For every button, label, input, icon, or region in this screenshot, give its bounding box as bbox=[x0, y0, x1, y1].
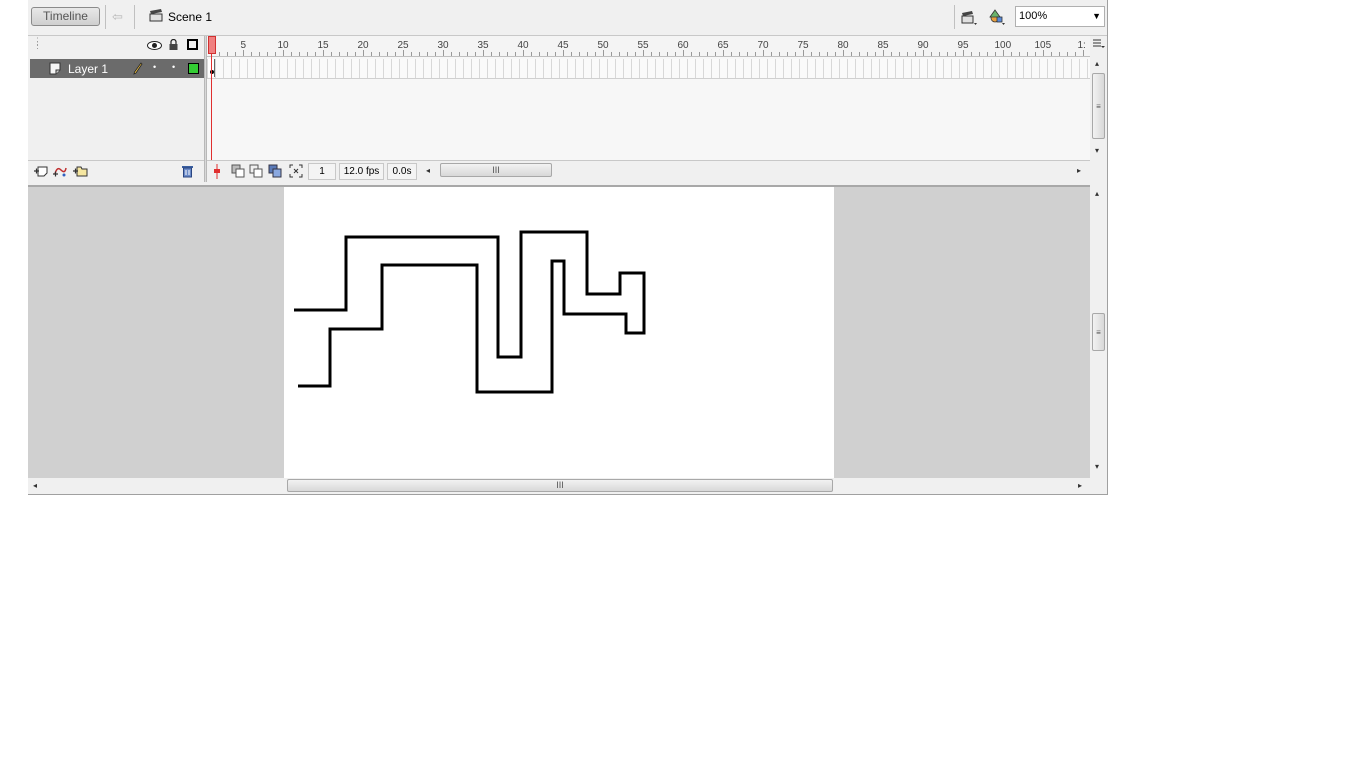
ruler-frame-number: 45 bbox=[557, 40, 569, 51]
outline-toggle-icon[interactable] bbox=[187, 39, 198, 50]
stroke-path-upper[interactable] bbox=[294, 230, 646, 394]
layer-controls bbox=[28, 160, 204, 183]
toolbar-divider bbox=[134, 5, 135, 29]
ruler-frame-number: 95 bbox=[957, 40, 969, 51]
layer-icon bbox=[49, 62, 61, 75]
scroll-left-arrow[interactable]: ◂ bbox=[33, 481, 37, 490]
scroll-right-arrow[interactable]: ▸ bbox=[1078, 481, 1082, 490]
toolbar-divider bbox=[954, 5, 955, 29]
stage-canvas[interactable] bbox=[284, 187, 834, 478]
ruler-frame-number: 60 bbox=[677, 40, 689, 51]
center-frame-icon[interactable] bbox=[212, 164, 222, 179]
edit-bar: Timeline ⇦ Scene 1 100% ▼ bbox=[28, 0, 1107, 36]
playhead-handle[interactable] bbox=[208, 36, 216, 54]
ruler-frame-number: 90 bbox=[917, 40, 929, 51]
frame-ruler[interactable]: 1510152025303540455055606570758085909510… bbox=[207, 36, 1090, 57]
layer-row[interactable]: Layer 1 • • bbox=[30, 59, 204, 78]
frame-row[interactable] bbox=[207, 59, 1090, 79]
ruler-frame-number: 65 bbox=[717, 40, 729, 51]
ruler-frame-number: 20 bbox=[357, 40, 369, 51]
playhead-line bbox=[211, 54, 212, 161]
layer-name[interactable]: Layer 1 bbox=[68, 62, 108, 76]
scroll-down-arrow[interactable]: ▾ bbox=[1095, 146, 1099, 155]
ruler-frame-number: 100 bbox=[994, 40, 1012, 51]
ruler-frame-number: 75 bbox=[797, 40, 809, 51]
new-folder-icon[interactable] bbox=[72, 164, 88, 178]
scroll-up-arrow[interactable]: ▴ bbox=[1095, 59, 1099, 68]
drawing bbox=[294, 230, 646, 394]
modify-onion-markers-icon[interactable] bbox=[289, 164, 303, 178]
timeline-options-menu-icon[interactable] bbox=[1090, 38, 1107, 54]
flash-editor-window: Timeline ⇦ Scene 1 100% ▼ ⋮ ⋮ Layer 1 • … bbox=[28, 0, 1108, 495]
edit-symbols-icon[interactable] bbox=[988, 9, 1006, 26]
layer-header: ⋮ ⋮ bbox=[28, 36, 204, 57]
ruler-frame-number: 40 bbox=[517, 40, 529, 51]
ruler-frame-number: 55 bbox=[637, 40, 649, 51]
scroll-thumb[interactable]: ≡ bbox=[1092, 313, 1105, 351]
ruler-frame-number: 10 bbox=[277, 40, 289, 51]
layer-outline-color[interactable] bbox=[188, 63, 199, 74]
ruler-frame-number: 30 bbox=[437, 40, 449, 51]
scroll-up-arrow[interactable]: ▴ bbox=[1095, 189, 1099, 198]
ruler-frame-number: 105 bbox=[1034, 40, 1052, 51]
timeline-vertical-scrollbar[interactable]: ▴ ≡ ▾ bbox=[1090, 57, 1107, 160]
scroll-thumb[interactable]: ≡ bbox=[1092, 73, 1105, 139]
current-frame-field[interactable]: 1 bbox=[308, 163, 336, 180]
layers-panel: Layer 1 • • bbox=[28, 57, 204, 160]
new-layer-icon[interactable] bbox=[33, 165, 49, 178]
chevron-down-icon[interactable]: ▼ bbox=[1092, 7, 1101, 26]
ruler-frame-number: 25 bbox=[397, 40, 409, 51]
onion-skin-icon[interactable] bbox=[231, 164, 245, 178]
ruler-frame-number: 50 bbox=[597, 40, 609, 51]
ruler-frame-number: 80 bbox=[837, 40, 849, 51]
drag-handle-icon[interactable]: ⋮ ⋮ bbox=[33, 37, 42, 50]
back-arrow-icon[interactable]: ⇦ bbox=[112, 9, 123, 25]
pasteboard bbox=[28, 185, 1090, 478]
frames-panel bbox=[207, 57, 1090, 160]
timeline-toggle-button[interactable]: Timeline bbox=[31, 7, 100, 26]
timeline-status-bar: 1 12.0 fps 0.0s ◂ ▸ bbox=[207, 160, 1090, 183]
frame-rate-field[interactable]: 12.0 fps bbox=[339, 163, 384, 180]
ruler-frame-number: 35 bbox=[477, 40, 489, 51]
edit-scene-icon[interactable] bbox=[960, 9, 978, 26]
eye-icon[interactable] bbox=[147, 40, 162, 51]
scroll-left-arrow[interactable]: ◂ bbox=[426, 166, 430, 175]
ruler-frame-number: 1: bbox=[1077, 40, 1086, 51]
scroll-thumb[interactable]: III bbox=[287, 479, 833, 492]
ruler-frame-number: 70 bbox=[757, 40, 769, 51]
scroll-right-arrow[interactable]: ▸ bbox=[1077, 166, 1081, 175]
ruler-frame-number: 85 bbox=[877, 40, 889, 51]
ruler-frame-number: 15 bbox=[317, 40, 329, 51]
toolbar-divider bbox=[105, 5, 106, 29]
lock-dot[interactable]: • bbox=[172, 62, 175, 72]
lock-icon[interactable] bbox=[168, 39, 179, 51]
stage-vertical-scrollbar[interactable]: ▴ ≡ ▾ bbox=[1090, 185, 1107, 478]
zoom-select[interactable]: 100% ▼ bbox=[1015, 6, 1105, 27]
ruler-frame-number: 5 bbox=[240, 40, 247, 51]
timeline-horizontal-scroll-thumb[interactable]: III bbox=[440, 163, 552, 177]
zoom-value: 100% bbox=[1019, 10, 1048, 22]
stage-horizontal-scrollbar[interactable]: ◂ III ▸ bbox=[28, 478, 1090, 494]
onion-skin-outlines-icon[interactable] bbox=[249, 164, 263, 178]
edit-multiple-frames-icon[interactable] bbox=[268, 164, 282, 178]
add-motion-guide-icon[interactable] bbox=[52, 164, 68, 178]
pencil-icon bbox=[133, 62, 143, 75]
elapsed-time-field: 0.0s bbox=[387, 163, 417, 180]
scroll-down-arrow[interactable]: ▾ bbox=[1095, 462, 1099, 471]
scene-clapper-icon bbox=[149, 9, 163, 22]
trash-icon[interactable] bbox=[181, 164, 194, 178]
scene-breadcrumb[interactable]: Scene 1 bbox=[168, 10, 212, 24]
visibility-dot[interactable]: • bbox=[153, 62, 156, 72]
